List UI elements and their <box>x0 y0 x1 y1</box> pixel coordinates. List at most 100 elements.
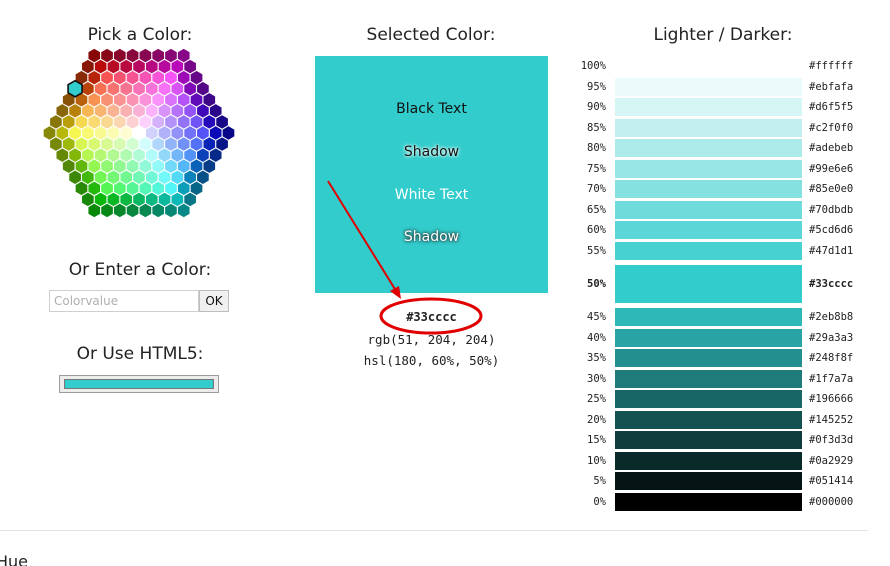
rgb-code: rgb(51, 204, 204) <box>367 332 496 347</box>
shade-row: 5% #051414 <box>570 472 860 491</box>
shade-percent: 50% <box>587 278 606 290</box>
html5-color-picker[interactable] <box>59 375 219 393</box>
shade-percent: 20% <box>587 413 606 426</box>
shade-row: 35% #248f8f <box>570 349 860 368</box>
shade-swatch[interactable] <box>615 159 802 178</box>
white-text-sample: White Text <box>394 187 469 203</box>
shade-row: 15% #0f3d3d <box>570 431 860 450</box>
shade-swatch[interactable] <box>615 390 802 409</box>
shade-row: 30% #1f7a7a <box>570 369 860 388</box>
shade-hex: #0f3d3d <box>809 434 854 447</box>
shade-percent: 75% <box>587 162 606 175</box>
shade-swatch[interactable] <box>615 200 802 219</box>
shade-swatch[interactable] <box>615 180 802 199</box>
shade-row: 90% #d6f5f5 <box>570 98 860 117</box>
shade-percent: 35% <box>587 352 606 365</box>
shade-hex: #5cd6d6 <box>809 224 854 237</box>
shade-swatch[interactable] <box>615 369 802 388</box>
shade-row: 80% #adebeb <box>570 139 860 158</box>
shade-row: 0% #000000 <box>570 492 860 511</box>
shade-hex: #85e0e0 <box>809 183 854 196</box>
shade-swatch[interactable] <box>615 328 802 347</box>
shade-hex: #47d1d1 <box>809 244 854 257</box>
shade-percent: 60% <box>587 224 606 237</box>
shade-swatch[interactable] <box>615 221 802 240</box>
shade-swatch[interactable] <box>615 431 802 450</box>
shade-swatch[interactable] <box>615 118 802 137</box>
html5-title: Or Use HTML5: <box>76 344 204 364</box>
shade-row: 25% #196666 <box>570 390 860 409</box>
shade-swatch[interactable] <box>615 451 802 470</box>
shade-percent: 80% <box>587 142 606 155</box>
shade-hex: #ffffff <box>809 60 854 72</box>
selected-color-title: Selected Color: <box>366 25 496 45</box>
shade-percent: 95% <box>587 80 606 93</box>
color-value-input[interactable] <box>49 290 199 312</box>
shade-swatch[interactable] <box>615 98 802 117</box>
shade-row: 60% #5cd6d6 <box>570 221 860 240</box>
shade-percent: 40% <box>587 331 606 344</box>
shade-row: 45% #2eb8b8 <box>570 308 860 326</box>
selected-hex-marker <box>67 79 83 98</box>
shade-row: 10% #0a2929 <box>570 451 860 470</box>
shade-percent: 15% <box>587 434 606 447</box>
shade-row: 50% #33cccc <box>570 265 860 303</box>
shade-hex: #d6f5f5 <box>809 101 854 114</box>
ok-button[interactable]: OK <box>199 290 229 312</box>
shade-percent: 10% <box>587 454 606 467</box>
enter-color-title: Or Enter a Color: <box>68 260 212 280</box>
shade-percent: 45% <box>587 311 606 323</box>
shade-swatch[interactable] <box>615 410 802 429</box>
shade-hex: #0a2929 <box>809 454 854 467</box>
shade-hex: #29a3a3 <box>809 331 854 344</box>
shade-hex: #c2f0f0 <box>809 121 854 134</box>
shade-swatch[interactable] <box>615 139 802 158</box>
shade-hex: #adebeb <box>809 142 854 155</box>
shade-percent: 0% <box>593 495 606 508</box>
shade-hex: #000000 <box>809 495 854 508</box>
shade-hex: #196666 <box>809 393 854 406</box>
lighter-darker-title: Lighter / Darker: <box>653 25 793 45</box>
hex-code: #33cccc <box>406 310 457 324</box>
shade-hex: #70dbdb <box>809 203 854 216</box>
shade-swatch[interactable] <box>615 308 802 326</box>
divider <box>0 530 868 531</box>
shade-row: 85% #c2f0f0 <box>570 118 860 137</box>
shade-hex: #145252 <box>809 413 854 426</box>
shade-hex: #2eb8b8 <box>809 311 854 323</box>
shade-swatch[interactable] <box>615 472 802 491</box>
hsl-code: hsl(180, 60%, 50%) <box>363 353 500 368</box>
shade-percent: 85% <box>587 121 606 134</box>
shade-percent: 100% <box>580 60 606 72</box>
selected-color-preview: Black Text Shadow White Text Shadow <box>315 56 548 293</box>
shade-row: 95% #ebfafa <box>570 77 860 96</box>
shade-hex: #248f8f <box>809 352 854 365</box>
shade-swatch[interactable] <box>615 241 802 260</box>
shade-hex: #051414 <box>809 475 854 488</box>
shade-swatch[interactable] <box>615 57 802 75</box>
shade-swatch[interactable] <box>615 492 802 511</box>
shade-row: 100% #ffffff <box>570 57 860 75</box>
shade-hex: #33cccc <box>809 278 854 290</box>
shade-row: 40% #29a3a3 <box>570 328 860 347</box>
color-codes: #33cccc rgb(51, 204, 204) hsl(180, 60%, … <box>315 309 548 371</box>
shade-hex: #1f7a7a <box>809 372 854 385</box>
html5-color-swatch <box>64 379 214 389</box>
black-text-sample: Black Text <box>396 101 467 117</box>
shade-row: 55% #47d1d1 <box>570 241 860 260</box>
pick-color-title: Pick a Color: <box>87 25 193 45</box>
shade-row: 20% #145252 <box>570 410 860 429</box>
shade-row: 70% #85e0e0 <box>570 180 860 199</box>
shade-percent: 70% <box>587 183 606 196</box>
shade-percent: 55% <box>587 244 606 257</box>
shade-percent: 5% <box>593 475 606 488</box>
shade-swatch[interactable] <box>615 349 802 368</box>
hue-heading: Hue <box>0 552 29 566</box>
shade-swatch[interactable] <box>615 265 802 303</box>
shade-swatch[interactable] <box>615 77 802 96</box>
shade-row: 75% #99e6e6 <box>570 159 860 178</box>
shade-percent: 90% <box>587 101 606 114</box>
shade-percent: 25% <box>587 393 606 406</box>
black-shadow-sample: Shadow <box>403 144 460 160</box>
shade-row: 65% #70dbdb <box>570 200 860 219</box>
